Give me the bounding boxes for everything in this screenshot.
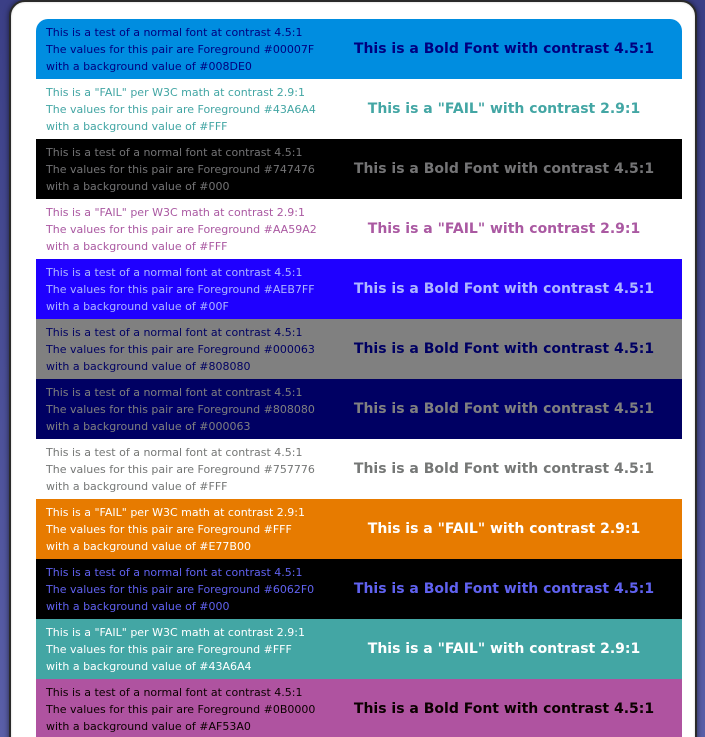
- sample-line-2: The values for this pair are Foreground …: [46, 102, 316, 116]
- normal-font-sample: This is a test of a normal font at contr…: [36, 324, 336, 375]
- sample-line-2: The values for this pair are Foreground …: [46, 282, 315, 296]
- normal-font-sample: This is a test of a normal font at contr…: [36, 384, 336, 435]
- sample-line-1: This is a test of a normal font at contr…: [46, 565, 303, 579]
- sample-line-2: The values for this pair are Foreground …: [46, 702, 316, 716]
- normal-font-sample: This is a "FAIL" per W3C math at contras…: [36, 624, 336, 675]
- contrast-sample-row: This is a "FAIL" per W3C math at contras…: [36, 79, 682, 139]
- sample-line-3: with a background value of #FFF: [46, 239, 228, 253]
- sample-line-3: with a background value of #43A6A4: [46, 659, 252, 673]
- sample-line-2: The values for this pair are Foreground …: [46, 222, 317, 236]
- sample-line-3: with a background value of #00F: [46, 299, 229, 313]
- contrast-sample-row: This is a test of a normal font at contr…: [36, 679, 682, 737]
- sample-line-3: with a background value of #FFF: [46, 119, 228, 133]
- normal-font-sample: This is a test of a normal font at contr…: [36, 24, 336, 75]
- bold-font-sample: This is a Bold Font with contrast 4.5:1: [353, 461, 655, 477]
- sample-line-3: with a background value of #000: [46, 599, 230, 613]
- sample-line-2: The values for this pair are Foreground …: [46, 582, 315, 596]
- sample-line-3: with a background value of #000: [46, 179, 230, 193]
- contrast-sample-list: This is a test of a normal font at contr…: [36, 19, 682, 737]
- sample-line-3: with a background value of #000063: [46, 419, 251, 433]
- sample-line-2: The values for this pair are Foreground …: [46, 42, 315, 56]
- bold-font-sample: This is a Bold Font with contrast 4.5:1: [353, 341, 655, 357]
- contrast-sample-row: This is a "FAIL" per W3C math at contras…: [36, 619, 682, 679]
- bold-font-sample: This is a "FAIL" with contrast 2.9:1: [367, 641, 641, 657]
- content-panel: This is a test of a normal font at contr…: [9, 0, 697, 737]
- sample-line-1: This is a test of a normal font at contr…: [46, 25, 303, 39]
- sample-line-1: This is a "FAIL" per W3C math at contras…: [46, 85, 305, 99]
- sample-line-1: This is a test of a normal font at contr…: [46, 445, 303, 459]
- sample-line-2: The values for this pair are Foreground …: [46, 162, 315, 176]
- contrast-sample-row: This is a test of a normal font at contr…: [36, 319, 682, 379]
- bold-font-sample: This is a Bold Font with contrast 4.5:1: [353, 41, 655, 57]
- contrast-sample-row: This is a "FAIL" per W3C math at contras…: [36, 199, 682, 259]
- normal-font-sample: This is a "FAIL" per W3C math at contras…: [36, 504, 336, 555]
- sample-line-3: with a background value of #008DE0: [46, 59, 252, 73]
- sample-line-1: This is a test of a normal font at contr…: [46, 325, 303, 339]
- contrast-sample-row: This is a test of a normal font at contr…: [36, 439, 682, 499]
- sample-line-2: The values for this pair are Foreground …: [46, 642, 292, 656]
- sample-line-3: with a background value of #808080: [46, 359, 251, 373]
- normal-font-sample: This is a test of a normal font at contr…: [36, 564, 336, 615]
- bold-font-sample: This is a "FAIL" with contrast 2.9:1: [367, 221, 641, 237]
- sample-line-1: This is a "FAIL" per W3C math at contras…: [46, 505, 305, 519]
- sample-line-2: The values for this pair are Foreground …: [46, 402, 315, 416]
- sample-line-2: The values for this pair are Foreground …: [46, 462, 315, 476]
- sample-line-1: This is a "FAIL" per W3C math at contras…: [46, 625, 305, 639]
- sample-line-1: This is a test of a normal font at contr…: [46, 685, 303, 699]
- contrast-sample-row: This is a test of a normal font at contr…: [36, 259, 682, 319]
- sample-line-1: This is a "FAIL" per W3C math at contras…: [46, 205, 305, 219]
- contrast-sample-row: This is a test of a normal font at contr…: [36, 559, 682, 619]
- bold-font-sample: This is a Bold Font with contrast 4.5:1: [353, 581, 655, 597]
- normal-font-sample: This is a test of a normal font at contr…: [36, 444, 336, 495]
- bold-font-sample: This is a "FAIL" with contrast 2.9:1: [367, 101, 641, 117]
- sample-line-2: The values for this pair are Foreground …: [46, 342, 315, 356]
- contrast-sample-row: This is a test of a normal font at contr…: [36, 139, 682, 199]
- normal-font-sample: This is a test of a normal font at contr…: [36, 684, 336, 735]
- contrast-sample-row: This is a test of a normal font at contr…: [36, 379, 682, 439]
- normal-font-sample: This is a "FAIL" per W3C math at contras…: [36, 204, 336, 255]
- sample-line-3: with a background value of #AF53A0: [46, 719, 251, 733]
- sample-line-1: This is a test of a normal font at contr…: [46, 385, 303, 399]
- bold-font-sample: This is a Bold Font with contrast 4.5:1: [353, 161, 655, 177]
- sample-line-2: The values for this pair are Foreground …: [46, 522, 292, 536]
- normal-font-sample: This is a "FAIL" per W3C math at contras…: [36, 84, 336, 135]
- bold-font-sample: This is a Bold Font with contrast 4.5:1: [353, 281, 655, 297]
- sample-line-1: This is a test of a normal font at contr…: [46, 145, 303, 159]
- bold-font-sample: This is a Bold Font with contrast 4.5:1: [353, 701, 655, 717]
- contrast-sample-row: This is a test of a normal font at contr…: [36, 19, 682, 79]
- sample-line-3: with a background value of #FFF: [46, 479, 228, 493]
- normal-font-sample: This is a test of a normal font at contr…: [36, 264, 336, 315]
- sample-line-1: This is a test of a normal font at contr…: [46, 265, 303, 279]
- bold-font-sample: This is a "FAIL" with contrast 2.9:1: [367, 521, 641, 537]
- sample-line-3: with a background value of #E77B00: [46, 539, 251, 553]
- bold-font-sample: This is a Bold Font with contrast 4.5:1: [353, 401, 655, 417]
- normal-font-sample: This is a test of a normal font at contr…: [36, 144, 336, 195]
- contrast-sample-row: This is a "FAIL" per W3C math at contras…: [36, 499, 682, 559]
